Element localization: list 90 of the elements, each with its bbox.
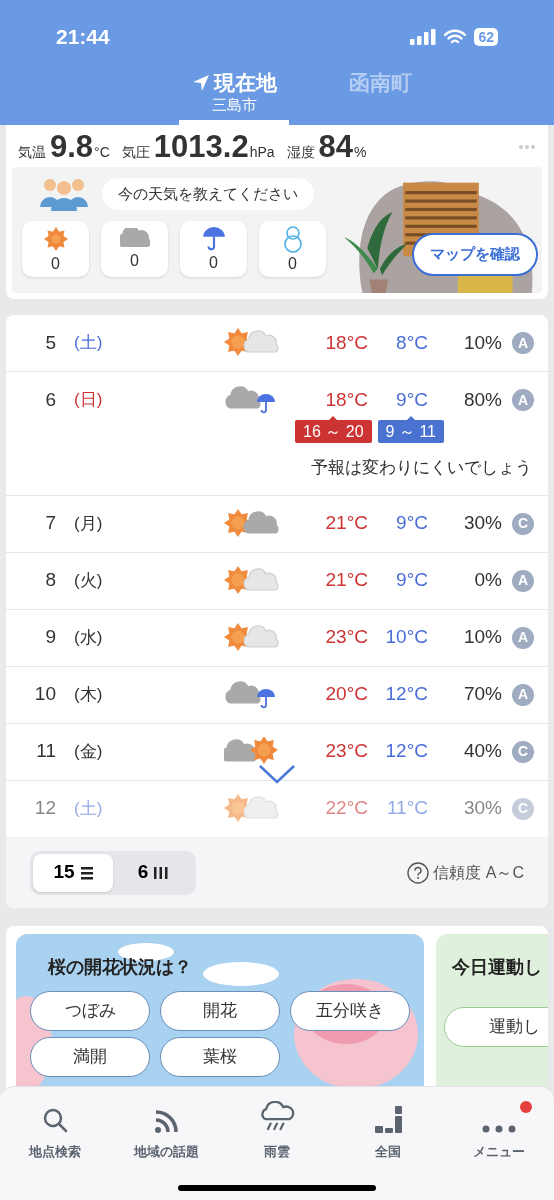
- view-toggle-option[interactable]: 15: [33, 853, 113, 892]
- speech-bubble: 今の天気を教えてください: [102, 177, 314, 211]
- high-temperature: 23°C: [324, 625, 369, 650]
- day-number: 9: [44, 625, 57, 650]
- choice-button[interactable]: 運動し: [444, 1006, 548, 1047]
- weekday: (土): [73, 332, 104, 355]
- tab-bar-item[interactable]: メニュー: [443, 1101, 554, 1161]
- help-icon[interactable]: [407, 861, 430, 884]
- reliability-badge: C: [512, 512, 534, 535]
- high-temperature: 18°C: [324, 387, 369, 412]
- stat-unit: hPa: [249, 143, 275, 162]
- precipitation-chance: 70%: [462, 682, 503, 707]
- tab-bar-item[interactable]: 雨雲: [221, 1101, 333, 1161]
- precipitation-chance: 30%: [462, 511, 503, 536]
- view-toggle-option[interactable]: 6: [113, 853, 193, 892]
- day-number: 12: [33, 796, 57, 821]
- reliability-help: 信頼度 A～C: [433, 862, 524, 883]
- reliability-badge: A: [512, 332, 534, 354]
- stat-label: 湿度: [286, 143, 315, 162]
- high-temperature: 21°C: [324, 511, 369, 536]
- low-temperature: 9°C: [395, 568, 429, 593]
- low-temperature: 9°C: [395, 387, 429, 412]
- stat-unit: %: [354, 143, 367, 162]
- report-button[interactable]: 0: [259, 221, 326, 277]
- high-temperature: 18°C: [324, 330, 369, 355]
- day-number: 6: [44, 387, 57, 412]
- day-number: 7: [44, 511, 57, 536]
- card-title: 桜の開花状況は？: [46, 955, 193, 979]
- reliability-badge: A: [512, 626, 534, 649]
- forecast-note: 予報は変わりにくいでしょう: [311, 457, 532, 479]
- day-number: 11: [35, 739, 57, 764]
- list-icon: [80, 865, 93, 880]
- map-button[interactable]: マップを確認: [412, 233, 538, 276]
- precipitation-chance: 30%: [462, 796, 503, 821]
- day-number: 10: [33, 682, 57, 707]
- low-temperature: 8°C: [395, 330, 429, 355]
- reliability-badge: A: [512, 569, 534, 592]
- choice-button[interactable]: 葉桜: [160, 1036, 280, 1077]
- weekday: (水): [73, 626, 104, 649]
- weekday: (金): [73, 740, 104, 763]
- tab-bar-item[interactable]: 地点検索: [0, 1101, 111, 1161]
- reliability-badge: A: [512, 683, 534, 706]
- signal-icon: [410, 29, 437, 45]
- tab-bar-item[interactable]: 地域の話題: [110, 1101, 222, 1161]
- columns-icon: [154, 865, 169, 880]
- people-icon: [38, 177, 90, 211]
- high-temperature: 22°C: [324, 796, 369, 821]
- day-number: 8: [44, 568, 57, 593]
- precipitation-chance: 10%: [462, 330, 503, 355]
- low-temperature: 9°C: [395, 511, 429, 536]
- high-temperature: 23°C: [324, 739, 369, 764]
- weekday: (火): [73, 569, 104, 592]
- battery-indicator: 62: [474, 28, 498, 46]
- stat-value: 84: [318, 128, 354, 166]
- tab-bar-item[interactable]: 全国: [332, 1101, 444, 1161]
- wifi-icon: [444, 29, 467, 45]
- reliability-badge: C: [512, 797, 534, 820]
- stat-value: 1013.2: [153, 128, 249, 166]
- weekday: (日): [73, 389, 104, 412]
- choice-button[interactable]: 五分咲き: [290, 990, 410, 1031]
- reliability-badge: A: [512, 389, 534, 411]
- low-temperature: 12°C: [384, 739, 429, 764]
- status-time: 21:44: [56, 24, 110, 51]
- reliability-badge: C: [512, 740, 534, 763]
- navigation-arrow-icon: [191, 74, 210, 92]
- choice-button[interactable]: つぼみ: [30, 990, 150, 1031]
- weekday: (木): [73, 683, 104, 706]
- stat-value: 9.8: [50, 128, 94, 166]
- precipitation-chance: 0%: [473, 568, 503, 593]
- high-temperature: 21°C: [324, 568, 369, 593]
- report-button[interactable]: 0: [180, 221, 247, 277]
- stat-label: 気圧: [121, 143, 150, 162]
- low-temperature: 10°C: [384, 625, 429, 650]
- day-number: 5: [44, 330, 57, 355]
- expand-chevron-icon[interactable]: [258, 763, 296, 784]
- choice-button[interactable]: 満開: [30, 1036, 150, 1077]
- weekday: (月): [73, 512, 104, 535]
- precipitation-chance: 40%: [462, 739, 503, 764]
- stat-label: 気温: [18, 143, 46, 162]
- report-button[interactable]: 0: [101, 221, 168, 277]
- choice-button[interactable]: 開花: [160, 990, 280, 1031]
- weekday: (土): [73, 797, 104, 820]
- high-temperature: 20°C: [324, 682, 369, 707]
- stat-unit: °C: [94, 143, 110, 162]
- low-temperature: 11°C: [385, 796, 429, 821]
- card-title: 今日運動し: [451, 955, 543, 979]
- low-temperature: 12°C: [384, 682, 429, 707]
- report-button[interactable]: 0: [22, 221, 89, 277]
- precipitation-chance: 80%: [462, 387, 503, 412]
- precipitation-chance: 10%: [462, 625, 503, 650]
